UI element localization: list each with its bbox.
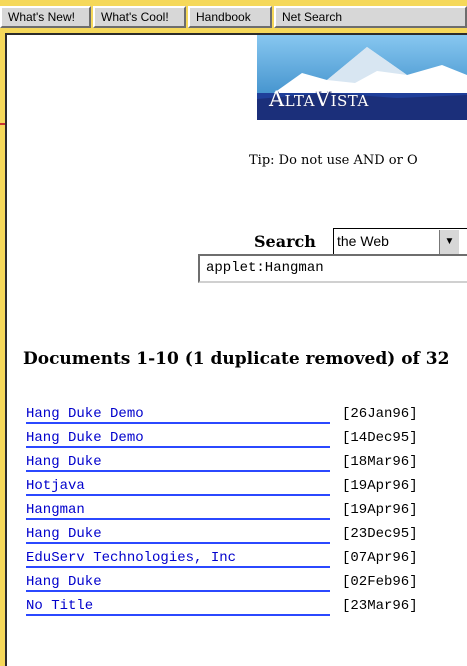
result-row: Hang Duke [23Dec95] — [24, 523, 464, 547]
search-input[interactable]: applet:Hangman — [198, 254, 467, 283]
result-date: [07Apr96] — [342, 550, 418, 566]
result-date: [23Dec95] — [342, 526, 418, 542]
toolbar: What's New! What's Cool! Handbook Net Se… — [0, 0, 467, 32]
result-date: [19Apr96] — [342, 478, 418, 494]
search-label: Search — [254, 232, 316, 251]
result-date: [19Apr96] — [342, 502, 418, 518]
result-row: Hang Duke [02Feb96] — [24, 571, 464, 595]
results-summary: Documents 1-10 (1 duplicate removed) of … — [23, 349, 450, 369]
result-date: [26Jan96] — [342, 406, 418, 422]
result-row: Hang Duke Demo [14Dec95] — [24, 427, 464, 451]
result-date: [02Feb96] — [342, 574, 418, 590]
result-link[interactable]: Hang Duke — [26, 525, 330, 544]
logo-text: ALTAVISTA — [269, 87, 369, 111]
result-date: [18Mar96] — [342, 454, 418, 470]
result-link[interactable]: No Title — [26, 597, 330, 616]
result-link[interactable]: Hang Duke — [26, 453, 330, 472]
result-link[interactable]: Hangman — [26, 501, 330, 520]
result-row: EduServ Technologies, Inc [07Apr96] — [24, 547, 464, 571]
result-date: [23Mar96] — [342, 598, 418, 614]
result-link[interactable]: Hotjava — [26, 477, 330, 496]
search-scope-value: the Web — [337, 233, 389, 249]
result-row: Hang Duke Demo [26Jan96] — [24, 403, 464, 427]
result-link[interactable]: Hang Duke — [26, 573, 330, 592]
chevron-down-icon[interactable]: ▼ — [439, 230, 459, 254]
altavista-logo[interactable]: ALTAVISTA — [257, 35, 467, 120]
result-row: Hotjava [19Apr96] — [24, 475, 464, 499]
net-search-button[interactable]: Net Search — [274, 6, 467, 28]
result-row: No Title [23Mar96] — [24, 595, 464, 619]
search-scope-select[interactable]: the Web ▼ — [333, 228, 467, 256]
handbook-button[interactable]: Handbook — [188, 6, 272, 28]
results-list: Hang Duke Demo [26Jan96] Hang Duke Demo [14… — [24, 403, 464, 619]
result-link[interactable]: Hang Duke Demo — [26, 405, 330, 424]
result-link[interactable]: Hang Duke Demo — [26, 429, 330, 448]
result-row: Hang Duke [18Mar96] — [24, 451, 464, 475]
whats-cool-button[interactable]: What's Cool! — [93, 6, 186, 28]
whats-new-button[interactable]: What's New! — [0, 6, 91, 28]
result-link[interactable]: EduServ Technologies, Inc — [26, 549, 330, 568]
search-tip: Tip: Do not use AND or O — [249, 153, 418, 168]
result-row: Hangman [19Apr96] — [24, 499, 464, 523]
result-date: [14Dec95] — [342, 430, 418, 446]
